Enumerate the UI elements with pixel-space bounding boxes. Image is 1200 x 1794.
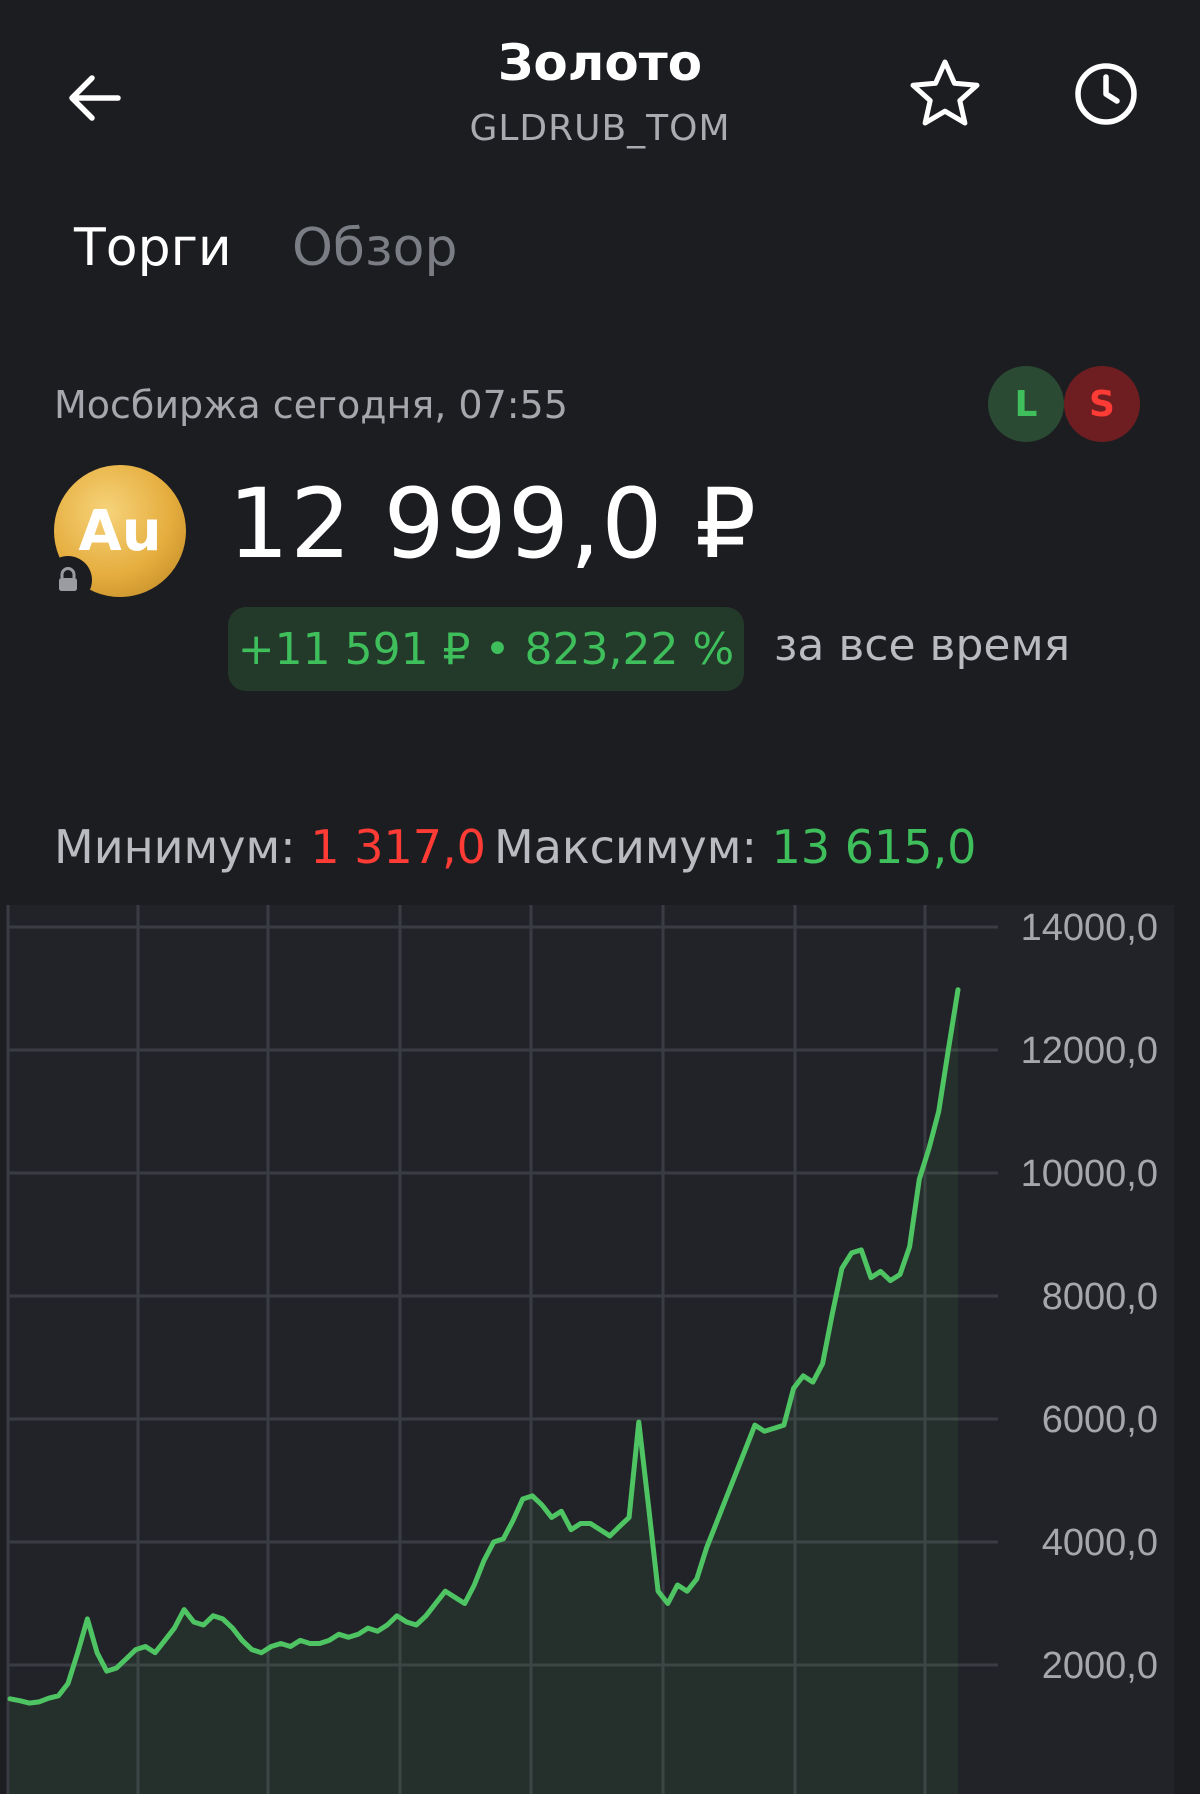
y-tick-label: 6000,0 [1042,1399,1158,1441]
maximum-stat: Максимум: 13 615,0 [494,820,976,874]
y-tick-label: 10000,0 [1021,1153,1158,1195]
y-tick-label: 4000,0 [1042,1522,1158,1564]
tab-trading[interactable]: Торги [74,218,232,278]
period-label: за все время [774,620,1071,671]
price-chart[interactable]: 14000,0 12000,0 10000,0 8000,0 6000,0 4000,0 2… [0,905,1200,1794]
y-tick-label: 8000,0 [1042,1276,1158,1318]
current-price: 12 999,0 ₽ [228,468,758,580]
clock-icon [1075,63,1137,125]
minimum-value: 1 317,0 [310,820,486,874]
market-status: Мосбиржа сегодня, 07:55 [54,383,568,427]
star-icon [910,59,980,126]
y-tick-label: 2000,0 [1042,1645,1158,1687]
short-badge[interactable]: S [1064,366,1140,442]
maximum-value: 13 615,0 [771,820,977,874]
tab-overview[interactable]: Обзор [292,218,457,278]
page-title: Золото [497,34,703,92]
maximum-label: Максимум: [494,820,772,874]
y-tick-label: 14000,0 [1021,907,1158,949]
lock-icon [44,556,92,604]
minimum-stat: Минимум: 1 317,0 [54,820,486,874]
change-badge: +11 591 ₽ • 823,22 % [228,607,744,691]
history-button[interactable] [1066,54,1146,134]
long-badge[interactable]: L [988,366,1064,442]
y-tick-label: 12000,0 [1021,1030,1158,1072]
coin-label: Au [78,498,162,564]
ticker-subtitle: GLDRUB_TOM [469,108,731,149]
minimum-label: Минимум: [54,820,311,874]
favorite-button[interactable] [905,54,985,134]
price-change: +11 591 ₽ • 823,22 % [237,623,735,675]
